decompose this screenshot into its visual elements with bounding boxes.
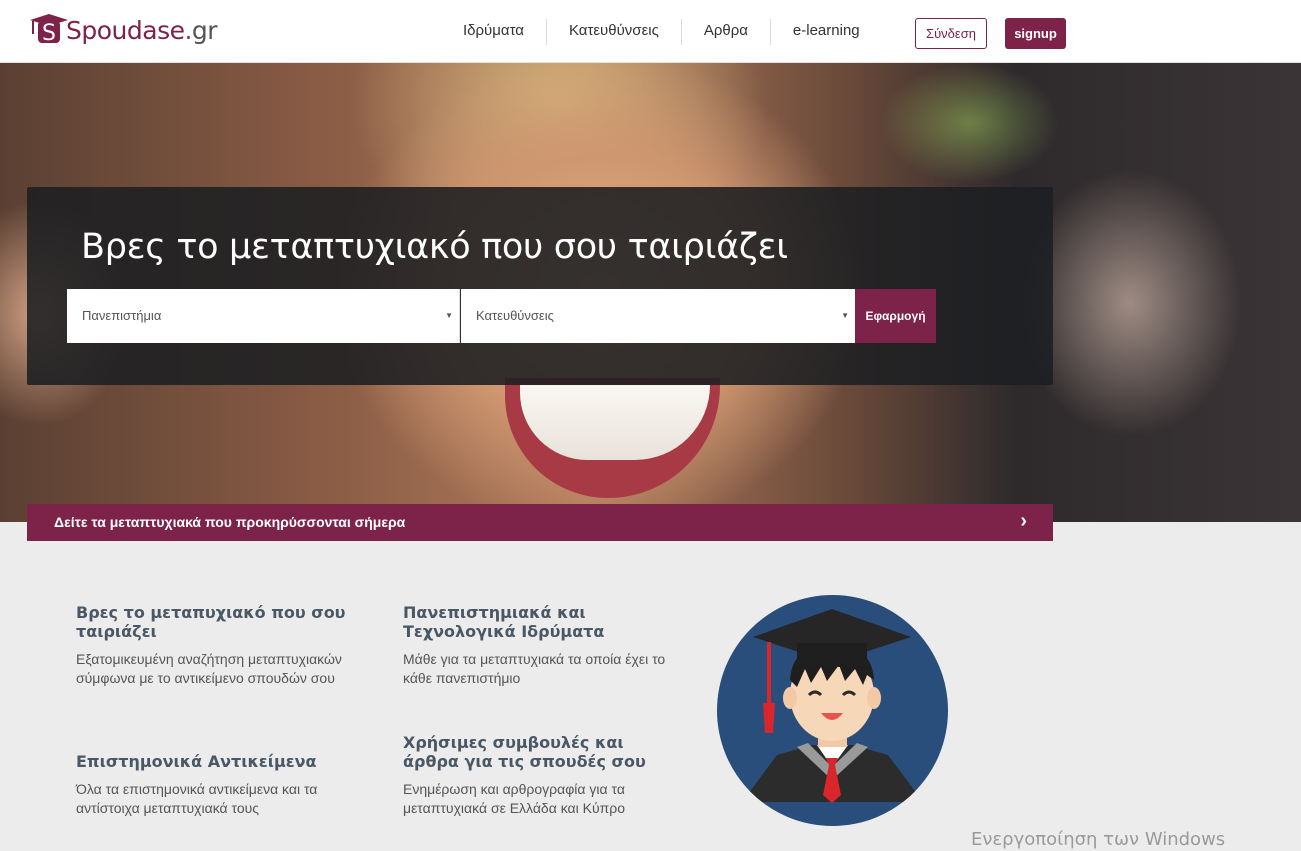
logo-tld: .gr [184,15,218,45]
feature-text: Όλα τα επιστημονικά αντικείμενα και τα α… [76,781,318,816]
feature-title[interactable]: Πανεπιστημιακά και Τεχνολογικά Ιδρύματα [403,603,673,641]
hero-photo-detail [880,63,1060,183]
svg-text:S: S [42,21,56,46]
nav-item-directions[interactable]: Κατευθύνσεις [547,19,682,45]
graduate-illustration [717,595,948,826]
feature-text: Ενημέρωση και αρθρογραφία για τα μεταπτυ… [403,781,626,816]
feature-find-postgrad: Βρες το μεταπυχιακό που σου ταιριάζει Εξ… [76,603,346,688]
feature-title[interactable]: Επιστημονικά Αντικείμενα [76,752,346,771]
feature-title[interactable]: Χρήσιμες συμβουλές και άρθρα για τις σπο… [403,733,673,771]
windows-activation-watermark: Ενεργοποίηση των Windows [971,829,1226,850]
search-panel: Βρες το μεταπτυχιακό που σου ταιριάζει Π… [27,187,1053,385]
university-select-value: Πανεπιστήμια [82,308,162,323]
main-nav: Ιδρύματα Κατευθύνσεις Αρθρα e-learning [447,19,882,45]
search-title: Βρες το μεταπτυχιακό που σου ταιριάζει [81,227,788,267]
logo-main: Spoudase [66,15,185,45]
feature-articles: Χρήσιμες συμβουλές και άρθρα για τις σπο… [403,733,673,818]
apply-button[interactable]: Εφαρμογή [855,289,936,343]
logo-text: Spoudase.gr [66,15,218,45]
feature-title[interactable]: Βρες το μεταπυχιακό που σου ταιριάζει [76,603,346,641]
caret-down-icon: ▼ [841,311,849,320]
signup-button[interactable]: signup [1005,18,1066,49]
feature-institutions: Πανεπιστημιακά και Τεχνολογικά Ιδρύματα … [403,603,673,688]
feature-text: Μάθε για τα μεταπτυχιακά τα οποία έχει τ… [403,651,666,686]
login-button[interactable]: Σύνδεση [915,18,987,49]
banner-text: Δείτε τα μεταπτυχιακά που προκηρύσσονται… [54,514,406,530]
site-logo[interactable]: S Spoudase.gr [28,12,218,46]
feature-text: Εξατομικευμένη αναζήτηση μεταπτυχιακών σ… [76,651,342,686]
direction-select-value: Κατευθύνσεις [476,308,554,323]
nav-item-articles[interactable]: Αρθρα [682,19,771,45]
logo-mortarboard-icon: S [28,12,70,46]
announcements-banner[interactable]: Δείτε τα μεταπτυχιακά που προκηρύσσονται… [27,504,1053,541]
caret-down-icon: ▼ [445,311,453,320]
nav-item-elearning[interactable]: e-learning [771,19,882,45]
university-select[interactable]: Πανεπιστήμια ▼ [67,289,460,343]
site-header: S Spoudase.gr Ιδρύματα Κατευθύνσεις Αρθρ… [0,0,1301,63]
chevron-right-icon: › [1020,510,1027,532]
nav-item-institutions[interactable]: Ιδρύματα [447,19,547,45]
feature-subjects: Επιστημονικά Αντικείμενα Όλα τα επιστημο… [76,752,346,818]
direction-select[interactable]: Κατευθύνσεις ▼ [461,289,855,343]
